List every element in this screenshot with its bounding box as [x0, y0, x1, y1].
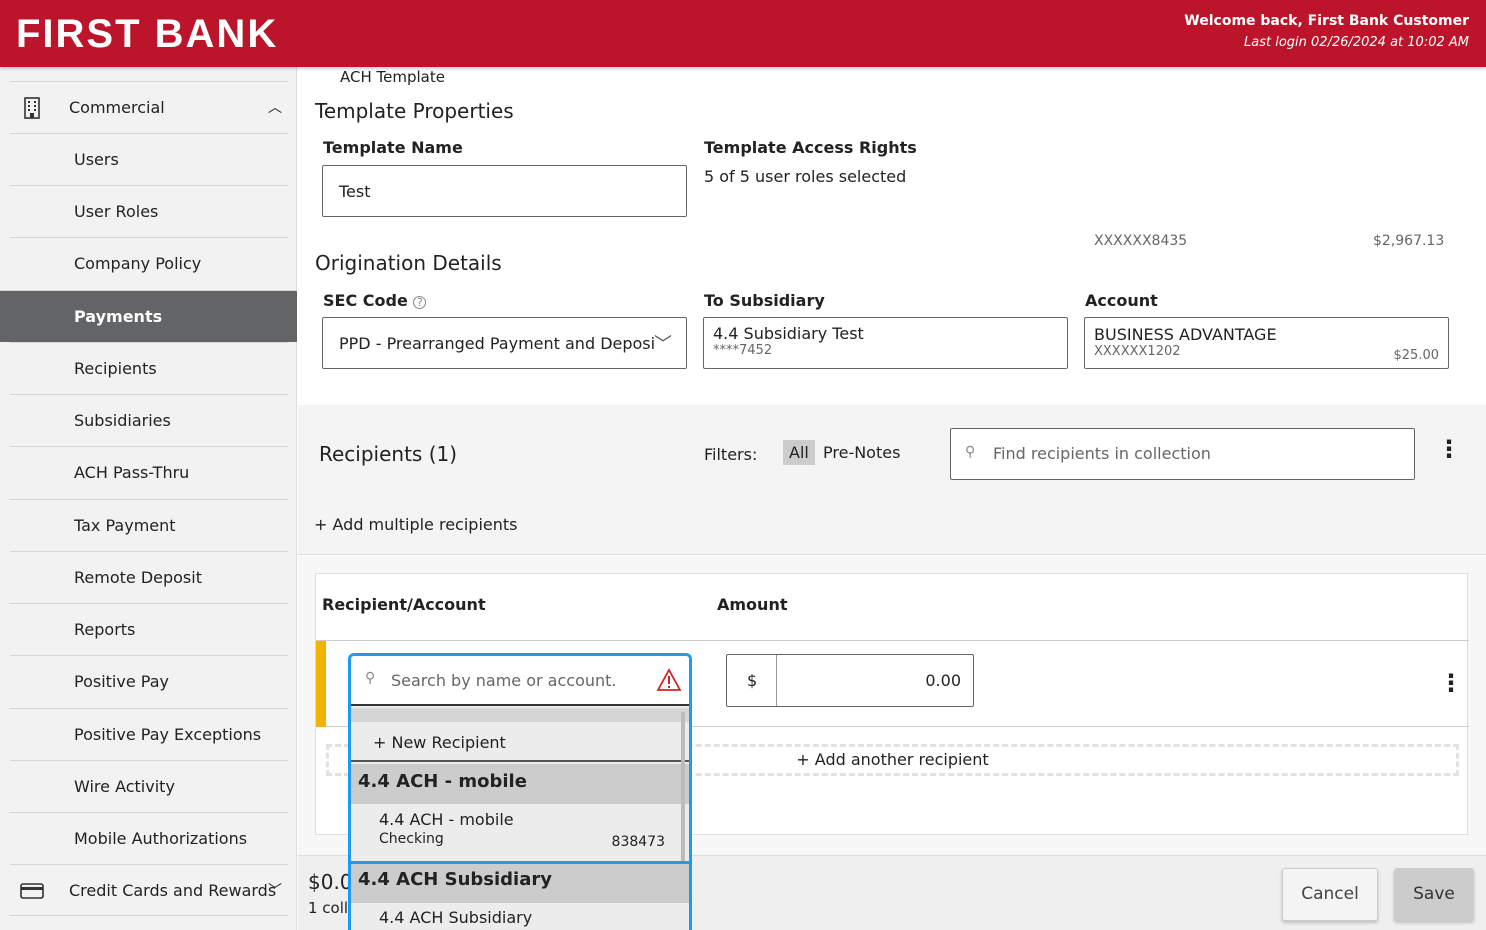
subsidiary-name: 4.4 Subsidiary Test	[713, 324, 864, 343]
account-label: Account	[1085, 291, 1158, 310]
col-header-amount: Amount	[717, 595, 788, 614]
sec-code-value: PPD - Prearranged Payment and Deposi	[339, 334, 656, 353]
currency-symbol: $	[747, 671, 758, 690]
access-rights-link[interactable]: 5 of 5 user roles selected	[704, 167, 906, 186]
account-balance: $2,967.13	[1373, 233, 1445, 249]
sidebar-item-payments[interactable]: Payments	[0, 290, 297, 342]
building-icon	[24, 97, 40, 119]
credit-card-icon	[20, 883, 44, 899]
save-button[interactable]: Save	[1394, 868, 1474, 921]
sidebar-item-wire-activity[interactable]: Wire Activity	[10, 760, 288, 812]
sidebar-item-reports[interactable]: Reports	[10, 603, 288, 655]
sidebar-group-credit-cards[interactable]: Credit Cards and Rewards ﹀	[10, 864, 288, 916]
sidebar-item-positive-pay-exceptions[interactable]: Positive Pay Exceptions	[10, 708, 288, 760]
recipient-option[interactable]: 4.4 ACH - mobile Checking 838473	[351, 804, 689, 862]
subsidiary-label: To Subsidiary	[704, 291, 825, 310]
amount-value: 0.00	[925, 671, 961, 690]
sec-code-label: SEC Code ?	[323, 291, 427, 310]
chevron-down-icon: ﹀	[268, 883, 282, 899]
recipient-dropdown: ⚲ Search by name or account. + New Recip…	[348, 653, 692, 930]
template-properties-title: Template Properties	[315, 99, 514, 123]
warning-icon	[656, 668, 682, 691]
breadcrumb[interactable]: ACH Template	[340, 68, 445, 86]
account-name: BUSINESS ADVANTAGE	[1094, 325, 1277, 344]
sidebar-item-tax-payment[interactable]: Tax Payment	[10, 499, 288, 551]
row-more-options-icon[interactable]: ⋮	[1439, 671, 1463, 695]
sec-code-select[interactable]: PPD - Prearranged Payment and Deposi ﹀	[322, 317, 687, 369]
add-multiple-recipients-link[interactable]: + Add multiple recipients	[314, 515, 517, 534]
sidebar-item-subsidiaries[interactable]: Subsidiaries	[10, 394, 288, 446]
filter-all[interactable]: All	[783, 440, 815, 465]
sidebar-group-label: Credit Cards and Rewards	[69, 881, 277, 900]
template-name-label: Template Name	[323, 138, 463, 157]
new-recipient-option[interactable]: + New Recipient	[351, 722, 689, 762]
access-rights-label: Template Access Rights	[704, 138, 917, 157]
header: FIRST BANK Welcome back, First Bank Cust…	[0, 0, 1486, 67]
help-icon[interactable]: ?	[413, 296, 427, 309]
sidebar-item-mobile-authorizations[interactable]: Mobile Authorizations	[10, 812, 288, 864]
cancel-button[interactable]: Cancel	[1282, 868, 1378, 921]
recipient-option[interactable]: 4.4 ACH Subsidiary	[351, 903, 689, 930]
template-name-input[interactable]: Test	[322, 165, 687, 217]
amount-input[interactable]: $ 0.00	[726, 654, 974, 707]
subsidiary-select[interactable]: 4.4 Subsidiary Test ****7452	[703, 317, 1068, 369]
account-balance: $25.00	[1393, 348, 1440, 363]
account-select[interactable]: BUSINESS ADVANTAGE XXXXXX1202 $25.00	[1084, 317, 1449, 369]
welcome-text: Welcome back, First Bank Customer	[1184, 13, 1469, 29]
chevron-up-icon: ︿	[268, 100, 282, 116]
scrollbar[interactable]	[681, 712, 685, 862]
subsidiary-account: ****7452	[713, 343, 773, 358]
recipient-search-input[interactable]: ⚲ Find recipients in collection	[950, 428, 1415, 480]
sidebar-item-ach-pass-thru[interactable]: ACH Pass-Thru	[10, 446, 288, 498]
sidebar-item-recipients[interactable]: Recipients	[10, 342, 288, 394]
search-icon: ⚲	[965, 444, 976, 460]
sidebar-item-company-policy[interactable]: Company Policy	[10, 237, 288, 289]
sidebar-group-label: Commercial	[69, 98, 165, 117]
recipient-search-input[interactable]: ⚲ Search by name or account.	[351, 656, 689, 706]
sidebar: Commercial ︿ Users User Roles Company Po…	[0, 67, 297, 930]
warning-indicator	[316, 641, 326, 727]
sidebar-item-user-roles[interactable]: User Roles	[10, 185, 288, 237]
filter-prenotes[interactable]: Pre-Notes	[823, 443, 900, 462]
chevron-down-icon: ﹀	[654, 334, 672, 355]
sidebar-item-remote-deposit[interactable]: Remote Deposit	[10, 551, 288, 603]
sidebar-group-commercial[interactable]: Commercial ︿	[10, 81, 288, 133]
recipient-group-header: 4.4 ACH Subsidiary	[351, 864, 689, 903]
filters-label: Filters:	[704, 445, 758, 464]
total-amount: $0.0	[308, 870, 353, 894]
sidebar-item-positive-pay[interactable]: Positive Pay	[10, 655, 288, 707]
collection-count: 1 coll	[308, 899, 349, 917]
search-icon: ⚲	[365, 670, 376, 686]
origination-title: Origination Details	[315, 251, 502, 275]
recipients-section: Recipients (1) Filters: All Pre-Notes ⚲ …	[298, 405, 1486, 555]
recipient-group-header: 4.4 ACH - mobile	[351, 764, 689, 804]
last-login: Last login 02/26/2024 at 10:02 AM	[1244, 35, 1469, 50]
sidebar-item-users[interactable]: Users	[10, 133, 288, 185]
more-options-icon[interactable]: ⋮	[1437, 437, 1461, 461]
col-header-recipient: Recipient/Account	[322, 595, 486, 614]
recipients-title: Recipients (1)	[319, 442, 458, 466]
account-number: XXXXXX8435	[1094, 233, 1188, 249]
template-name-value: Test	[339, 182, 371, 201]
logo: FIRST BANK	[16, 12, 279, 56]
account-number: XXXXXX1202	[1094, 344, 1181, 359]
